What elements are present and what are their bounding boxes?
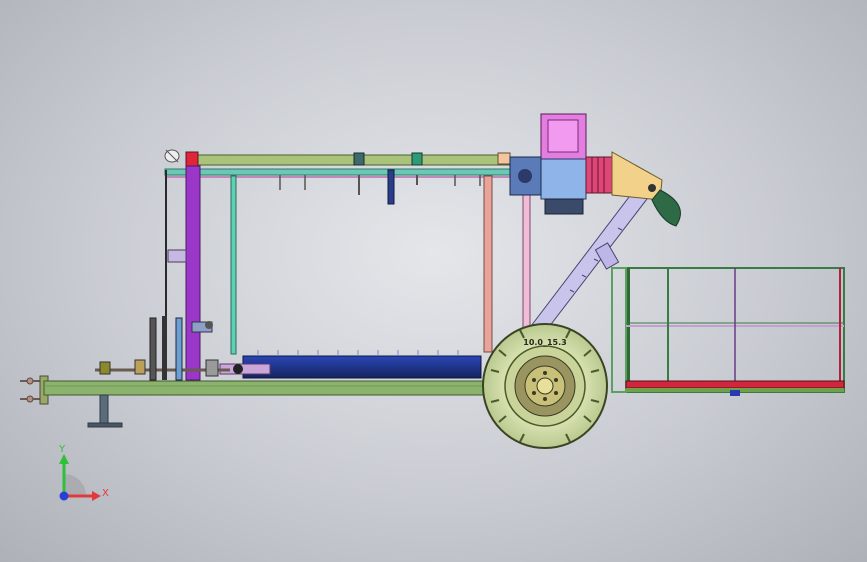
upright-pink [522, 175, 531, 337]
triad-x-label: X [102, 488, 109, 499]
trailer-assembly-model: 10.0_15.3 Y X [20, 113, 845, 501]
triad-xy-plane [64, 474, 86, 496]
rear-cage-frame [611, 267, 845, 396]
side-bracket [167, 249, 187, 263]
upright-salmon [483, 175, 493, 353]
orientation-triad: Y X [58, 444, 109, 501]
wheel: 10.0_15.3 [482, 323, 608, 449]
top-mount-peach [497, 152, 511, 165]
triad-z-origin [59, 491, 69, 501]
upright-teal [230, 175, 237, 355]
tire-size-text: 10.0_15.3 [523, 338, 566, 347]
triad-y-arrow [59, 454, 69, 464]
conveyor-body [242, 355, 482, 379]
jack-stand [87, 394, 123, 428]
triad-y-label: Y [58, 444, 66, 455]
top-sensor [164, 149, 180, 163]
cad-viewport[interactable]: 10.0_15.3 Y X [0, 0, 867, 562]
top-mount-red [185, 151, 199, 167]
main-frame-beam [43, 380, 495, 396]
upper-cross-rail [164, 168, 511, 176]
triad-x-arrow [92, 491, 101, 501]
upper-frame-beam [187, 154, 511, 166]
upright-purple [185, 165, 201, 381]
